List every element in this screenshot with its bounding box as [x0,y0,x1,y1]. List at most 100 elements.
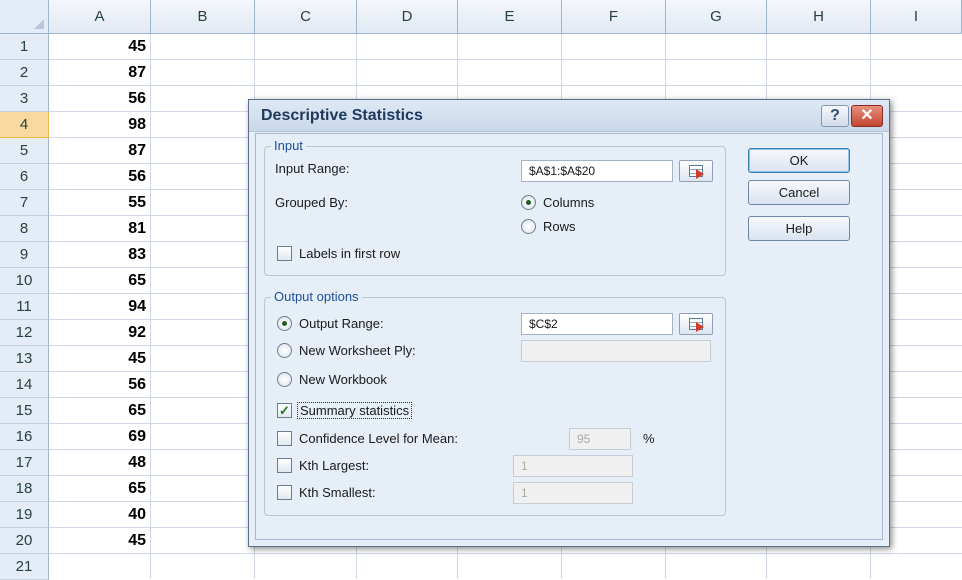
cell-a2[interactable]: 87 [49,60,150,86]
column-header-g[interactable]: G [666,0,767,34]
rows-radio-label[interactable]: Rows [543,219,576,234]
row-header-active[interactable]: 4 [0,112,49,138]
cell-a1[interactable]: 45 [49,34,150,60]
row-header[interactable]: 6 [0,164,49,190]
cell-a16[interactable]: 69 [49,424,150,450]
confidence-unit: % [643,431,655,446]
new-worksheet-label[interactable]: New Worksheet Ply: [299,343,416,358]
select-all-icon [34,19,44,29]
labels-first-row-label[interactable]: Labels in first row [299,246,400,261]
row-header[interactable]: 18 [0,476,49,502]
select-all-corner[interactable] [0,0,49,34]
row-header[interactable]: 3 [0,86,49,112]
output-range-collapse-button[interactable] [679,313,713,335]
cell-a8[interactable]: 81 [49,216,150,242]
help-button[interactable]: Help [748,216,850,241]
column-header-c[interactable]: C [255,0,357,34]
grid-line [49,59,962,60]
row-header[interactable]: 14 [0,372,49,398]
output-options-group: Output options Output Range: $C$2 New Wo… [264,289,726,516]
grid-line [150,34,151,579]
row-header[interactable]: 16 [0,424,49,450]
row-header[interactable]: 19 [0,502,49,528]
input-range-collapse-button[interactable] [679,160,713,182]
row-header[interactable]: 15 [0,398,49,424]
new-worksheet-field[interactable] [521,340,711,362]
cell-a14[interactable]: 56 [49,372,150,398]
row-header[interactable]: 8 [0,216,49,242]
new-workbook-label[interactable]: New Workbook [299,372,387,387]
cell-a15[interactable]: 65 [49,398,150,424]
cell-a5[interactable]: 87 [49,138,150,164]
input-group: Input Input Range: $A$1:$A$20 Grouped By… [264,138,726,276]
row-header[interactable]: 12 [0,320,49,346]
dialog-titlebar[interactable]: Descriptive Statistics ? ✕ [249,100,889,132]
row-header[interactable]: 10 [0,268,49,294]
kth-largest-field[interactable]: 1 [513,455,633,477]
input-range-label: Input Range: [275,161,350,176]
row-header[interactable]: 1 [0,34,49,60]
kth-smallest-label[interactable]: Kth Smallest: [299,485,376,500]
summary-statistics-label[interactable]: Summary statistics [297,402,413,419]
cell-a17[interactable]: 48 [49,450,150,476]
confidence-level-label[interactable]: Confidence Level for Mean: [299,431,458,446]
rows-radio[interactable] [521,219,536,234]
kth-smallest-checkbox[interactable] [277,485,292,500]
cell-a9[interactable]: 83 [49,242,150,268]
column-header-h[interactable]: H [767,0,871,34]
column-header-a[interactable]: A [49,0,151,34]
cell-a6[interactable]: 56 [49,164,150,190]
column-header-b[interactable]: B [151,0,255,34]
columns-radio-label[interactable]: Columns [543,195,594,210]
row-header[interactable]: 2 [0,60,49,86]
column-header-i[interactable]: I [871,0,962,34]
input-group-legend: Input [271,138,306,153]
cell-a19[interactable]: 40 [49,502,150,528]
cell-a4[interactable]: 98 [49,112,150,138]
cell-a12[interactable]: 92 [49,320,150,346]
cell-a20[interactable]: 45 [49,528,150,554]
column-header-e[interactable]: E [458,0,562,34]
output-range-radio[interactable] [277,316,292,331]
confidence-level-checkbox[interactable] [277,431,292,446]
row-header[interactable]: 7 [0,190,49,216]
new-worksheet-radio[interactable] [277,343,292,358]
confidence-level-field[interactable]: 95 [569,428,631,450]
columns-radio[interactable] [521,195,536,210]
new-workbook-radio[interactable] [277,372,292,387]
grid-line [49,553,962,554]
cell-a13[interactable]: 45 [49,346,150,372]
cell-a7[interactable]: 55 [49,190,150,216]
dialog-body: Input Input Range: $A$1:$A$20 Grouped By… [255,133,883,540]
row-header[interactable]: 21 [0,554,49,580]
row-header[interactable]: 17 [0,450,49,476]
column-header-d[interactable]: D [357,0,458,34]
grid-line [49,85,962,86]
range-arrow-icon [696,322,704,332]
kth-smallest-field[interactable]: 1 [513,482,633,504]
output-range-label[interactable]: Output Range: [299,316,384,331]
help-icon[interactable]: ? [821,105,849,127]
cell-a10[interactable]: 65 [49,268,150,294]
cell-a11[interactable]: 94 [49,294,150,320]
dialog-title: Descriptive Statistics [261,107,423,124]
output-range-field[interactable]: $C$2 [521,313,673,335]
close-icon[interactable]: ✕ [851,105,883,127]
cell-a18[interactable]: 65 [49,476,150,502]
cell-a3[interactable]: 56 [49,86,150,112]
column-header-f[interactable]: F [562,0,666,34]
cancel-button[interactable]: Cancel [748,180,850,205]
row-header[interactable]: 20 [0,528,49,554]
row-header[interactable]: 9 [0,242,49,268]
row-header[interactable]: 13 [0,346,49,372]
row-header[interactable]: 5 [0,138,49,164]
ok-button[interactable]: OK [748,148,850,173]
input-range-field[interactable]: $A$1:$A$20 [521,160,673,182]
labels-first-row-checkbox[interactable] [277,246,292,261]
output-options-legend: Output options [271,289,362,304]
summary-statistics-checkbox[interactable]: ✓ [277,403,292,418]
row-header[interactable]: 11 [0,294,49,320]
kth-largest-label[interactable]: Kth Largest: [299,458,369,473]
kth-largest-checkbox[interactable] [277,458,292,473]
range-arrow-icon [696,169,704,179]
